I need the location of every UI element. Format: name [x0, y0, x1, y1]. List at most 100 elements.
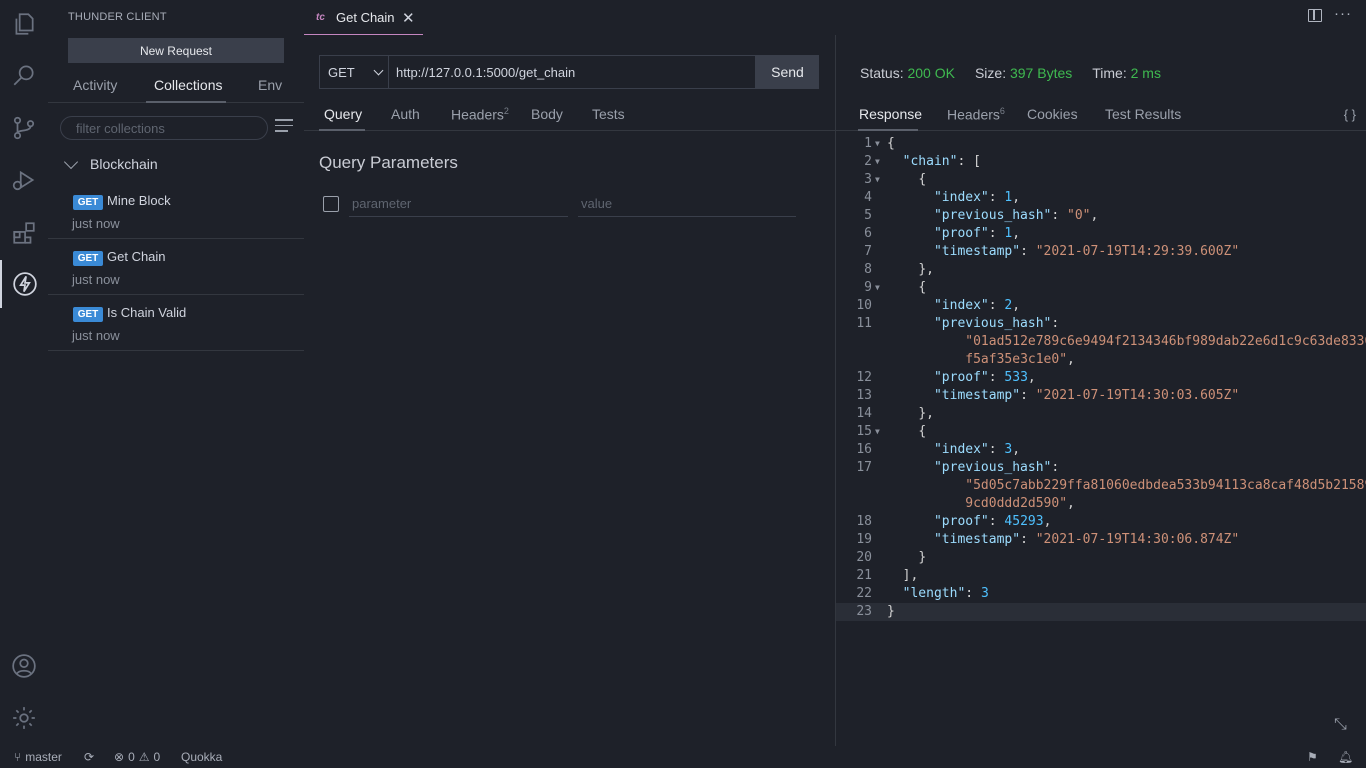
filter-menu-icon[interactable]: [275, 119, 293, 135]
search-icon[interactable]: [0, 51, 48, 99]
request-item-mine-block[interactable]: GET Mine Block just now: [48, 183, 304, 239]
expand-icon[interactable]: ⤡: [1334, 716, 1352, 734]
request-pane: GET http://127.0.0.1:5000/get_chain Send…: [304, 35, 835, 746]
code-line: 14 },: [856, 406, 934, 421]
code-line: 23}: [836, 603, 1366, 621]
status-value: 200 OK: [907, 65, 955, 81]
tab-env[interactable]: Env: [258, 77, 282, 93]
code-line: "5d05c7abb229ffa81060edbdea533b94113ca8c…: [965, 478, 1366, 493]
size-value: 397 Bytes: [1009, 65, 1073, 81]
param-checkbox[interactable]: [323, 196, 339, 212]
tab-query[interactable]: Query: [324, 106, 362, 122]
code-line: 3 ▼ {: [864, 172, 927, 187]
sync-icon[interactable]: ⟳: [84, 750, 94, 764]
close-icon[interactable]: ✕: [402, 9, 415, 27]
chevron-down-icon: [373, 65, 384, 76]
tab-tests[interactable]: Tests: [592, 106, 625, 122]
code-line: 12 "proof": 533,: [856, 370, 1036, 385]
thunder-client-tab-icon: tc: [316, 12, 325, 23]
git-branch[interactable]: ⑂ master: [14, 750, 62, 764]
settings-gear-icon[interactable]: [0, 694, 48, 742]
request-time: just now: [72, 328, 120, 343]
code-line: 8 },: [864, 262, 934, 277]
sidebar-title: THUNDER CLIENT: [68, 11, 167, 23]
response-status-line: Status: 200 OK Size: 397 Bytes Time: 2 m…: [860, 65, 1161, 81]
thunder-client-icon[interactable]: [0, 260, 48, 308]
query-parameters-title: Query Parameters: [319, 153, 458, 172]
code-line: 10 "index": 2,: [856, 298, 1021, 313]
code-line: 16 "index": 3,: [856, 442, 1021, 457]
status-bar: ⑂ master ⟳ ⊗ 0 ⚠ 0 Quokka ⚑ 🔔︎: [0, 746, 1366, 768]
tab-headers-label: Headers: [451, 106, 504, 123]
headers-count: 2: [503, 106, 509, 116]
code-line: 11 "previous_hash":: [856, 316, 1060, 331]
format-json-icon[interactable]: { }: [1344, 107, 1356, 122]
response-tabs: Response Headers6 Cookies Test Results {…: [836, 99, 1366, 131]
tab-activity[interactable]: Activity: [73, 77, 117, 93]
quokka-status[interactable]: Quokka: [181, 750, 222, 764]
sidebar-tabs: Activity Collections Env: [48, 70, 304, 103]
code-line: 6 "proof": 1,: [864, 226, 1021, 241]
code-line: 4 "index": 1,: [864, 190, 1021, 205]
run-debug-icon[interactable]: [0, 156, 48, 204]
code-line: 5 "previous_hash": "0",: [864, 208, 1099, 223]
activity-bar: [0, 0, 48, 746]
editor-tab-label: Get Chain: [336, 10, 395, 25]
code-line: f5af35e3c1e0",: [965, 352, 1075, 367]
editor-tab-get-chain[interactable]: tc Get Chain ✕: [304, 0, 423, 35]
request-item-is-chain-valid[interactable]: GET Is Chain Valid just now: [48, 295, 304, 351]
problems-indicator[interactable]: ⊗ 0 ⚠ 0: [114, 750, 160, 764]
request-time: just now: [72, 216, 120, 231]
response-headers-count: 6: [999, 106, 1005, 116]
request-name: Get Chain: [107, 249, 166, 264]
code-line: 7 "timestamp": "2021-07-19T14:29:39.600Z…: [864, 244, 1240, 259]
status-label: Status:: [860, 65, 904, 81]
method-badge: GET: [73, 195, 103, 210]
account-icon[interactable]: [0, 642, 48, 690]
tab-headers[interactable]: Headers2: [451, 106, 509, 123]
vscode-window: THUNDER CLIENT New Request Activity Coll…: [0, 0, 1366, 768]
send-button[interactable]: Send: [756, 55, 819, 89]
source-control-icon[interactable]: [0, 104, 48, 152]
tab-collections[interactable]: Collections: [154, 77, 222, 93]
code-line: 20 }: [856, 550, 927, 565]
new-request-button[interactable]: New Request: [68, 38, 284, 63]
method-badge: GET: [73, 251, 103, 266]
code-line: 2 ▼ "chain": [: [864, 154, 981, 169]
explorer-icon[interactable]: [0, 0, 48, 48]
code-line: 22 "length": 3: [856, 586, 989, 601]
split-editor-icon[interactable]: [1308, 9, 1322, 22]
code-line: 13 "timestamp": "2021-07-19T14:30:03.605…: [856, 388, 1240, 403]
code-line: 19 "timestamp": "2021-07-19T14:30:06.874…: [856, 532, 1240, 547]
chevron-down-icon: [63, 154, 79, 169]
request-item-get-chain[interactable]: GET Get Chain just now: [48, 239, 304, 295]
code-line: 9 ▼ {: [864, 280, 927, 295]
tab-response[interactable]: Response: [859, 106, 922, 122]
feedback-icon[interactable]: ⚑: [1307, 750, 1318, 764]
extensions-icon[interactable]: [0, 209, 48, 257]
request-time: just now: [72, 272, 120, 287]
param-name-input[interactable]: [349, 190, 568, 217]
tab-test-results[interactable]: Test Results: [1105, 106, 1181, 122]
code-line: 17 "previous_hash":: [856, 460, 1060, 475]
more-actions-icon[interactable]: ···: [1334, 6, 1352, 22]
error-count: 0: [128, 750, 135, 764]
filter-collections-input[interactable]: [60, 116, 268, 140]
warning-count: 0: [153, 750, 161, 764]
response-json-viewer[interactable]: 1 ▼{ 2 ▼ "chain": [ 3 ▼ { 4 "index": 1, 5 "…: [836, 135, 1366, 621]
tab-response-headers[interactable]: Headers6: [947, 106, 1005, 123]
tab-cookies[interactable]: Cookies: [1027, 106, 1078, 122]
param-value-input[interactable]: [578, 190, 796, 217]
method-select[interactable]: GET: [319, 55, 389, 89]
code-line: 1 ▼{: [864, 136, 895, 151]
url-input[interactable]: http://127.0.0.1:5000/get_chain: [389, 55, 756, 89]
notifications-bell-icon[interactable]: 🔔︎: [1338, 750, 1353, 764]
tab-auth[interactable]: Auth: [391, 106, 420, 122]
tab-response-headers-label: Headers: [947, 106, 1000, 123]
collection-blockchain[interactable]: Blockchain: [63, 154, 158, 174]
error-icon: ⊗: [114, 750, 125, 764]
code-line: 18 "proof": 45293,: [856, 514, 1052, 529]
tab-body[interactable]: Body: [531, 106, 563, 122]
size-label: Size:: [974, 65, 1007, 81]
active-tab-indicator: [146, 101, 226, 103]
